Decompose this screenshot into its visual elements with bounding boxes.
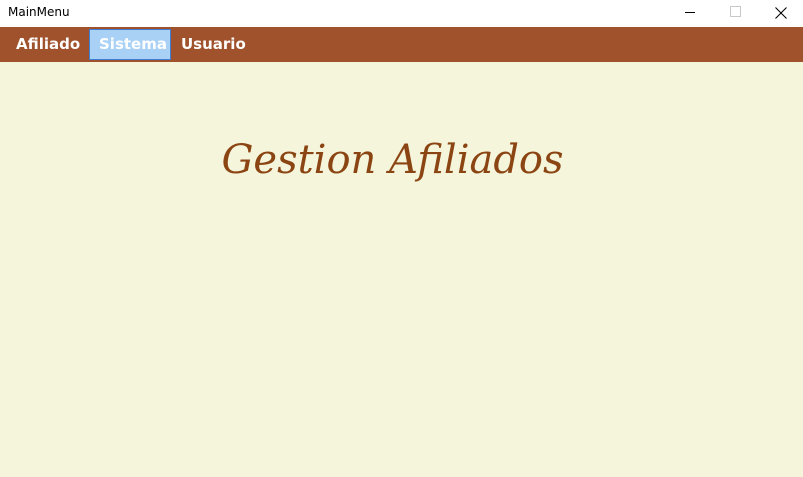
main-window: MainMenu Afiliado Sistema Usuario Gestio… <box>0 0 803 477</box>
maximize-icon <box>730 6 741 17</box>
minimize-button[interactable] <box>667 0 713 27</box>
window-title: MainMenu <box>8 5 70 19</box>
page-title: Gestion Afiliados <box>221 137 564 183</box>
menu-item-sistema[interactable]: Sistema <box>89 29 171 60</box>
minimize-icon <box>685 12 695 13</box>
maximize-button[interactable] <box>712 0 758 27</box>
close-icon <box>775 7 787 19</box>
title-bar[interactable]: MainMenu <box>0 0 803 27</box>
menu-item-afiliado[interactable]: Afiliado <box>8 29 88 60</box>
close-button[interactable] <box>758 0 803 27</box>
menu-item-usuario[interactable]: Usuario <box>172 29 252 60</box>
menu-bar: Afiliado Sistema Usuario <box>0 27 803 62</box>
